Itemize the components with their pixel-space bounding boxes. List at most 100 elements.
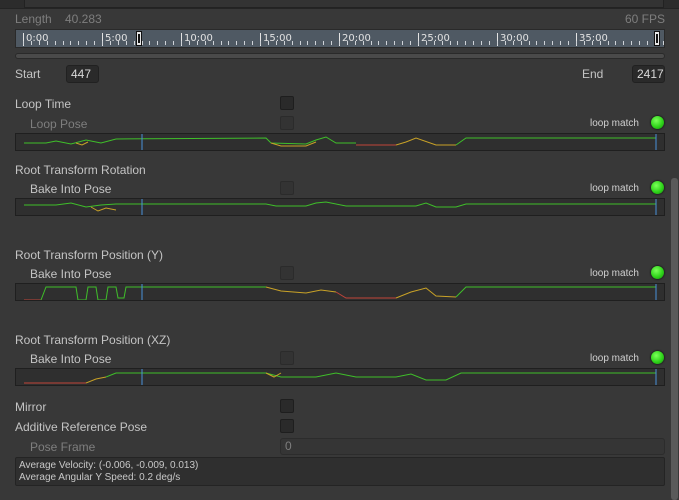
timeline-minor-tick <box>410 41 411 45</box>
timeline-ruler[interactable]: 0:00 5:00 10:00 15:00 20:00 25:00 30:00 … <box>15 29 665 48</box>
timeline-minor-tick <box>228 41 229 45</box>
timeline-minor-tick <box>418 41 419 45</box>
range-slider[interactable] <box>15 53 665 59</box>
timeline-minor-tick <box>134 41 135 45</box>
loop-pose-label: Loop Pose <box>30 117 88 131</box>
timeline-minor-tick <box>94 41 95 45</box>
loop-pose-curve <box>15 133 665 151</box>
timeline-minor-tick <box>576 41 577 45</box>
timeline-minor-tick <box>631 41 632 45</box>
loop-match-indicator-icon <box>651 266 664 279</box>
timeline-minor-tick <box>252 41 253 45</box>
timeline-minor-tick <box>244 41 245 45</box>
timeline-minor-tick <box>497 41 498 45</box>
timeline-minor-tick <box>276 41 277 45</box>
mirror-checkbox[interactable] <box>280 399 294 413</box>
timeline-minor-tick <box>608 41 609 45</box>
rotation-bake-checkbox[interactable] <box>280 181 294 195</box>
timeline-minor-tick <box>623 41 624 45</box>
timeline-minor-tick <box>347 41 348 45</box>
timeline-minor-tick <box>307 41 308 45</box>
timeline-minor-tick <box>450 41 451 45</box>
timeline-minor-tick <box>236 41 237 45</box>
timeline-minor-tick <box>363 41 364 45</box>
timeline-minor-tick <box>315 41 316 45</box>
timeline-minor-tick <box>181 41 182 45</box>
root-position-xz-heading: Root Transform Position (XZ) <box>15 333 171 347</box>
curve-segment <box>90 206 117 212</box>
loop-match-label: loop match <box>590 353 639 364</box>
start-field[interactable]: 447 <box>66 65 99 83</box>
loop-pose-checkbox[interactable] <box>280 116 294 130</box>
timeline-minor-tick <box>55 41 56 45</box>
timeline-minor-tick <box>402 41 403 45</box>
timeline-minor-tick <box>560 41 561 45</box>
curve-segment <box>24 201 656 208</box>
timeline-minor-tick <box>513 41 514 45</box>
timeline-minor-tick <box>331 41 332 45</box>
info-box: Average Velocity: (-0.006, -0.009, 0.013… <box>15 457 665 486</box>
header-strip <box>0 0 679 9</box>
timeline-minor-tick <box>426 41 427 45</box>
fps-label: 60 FPS <box>624 12 665 26</box>
loop-match-label: loop match <box>590 268 639 279</box>
position-xz-bake-checkbox[interactable] <box>280 351 294 365</box>
loop-match-label: loop match <box>590 118 639 129</box>
start-marker-handle[interactable] <box>136 31 142 46</box>
timeline-tick-label: 5:00 <box>105 33 128 44</box>
timeline-minor-tick <box>371 41 372 45</box>
loop-time-checkbox[interactable] <box>280 96 294 110</box>
curve-segment <box>395 137 456 146</box>
timeline-minor-tick <box>584 41 585 45</box>
timeline-minor-tick <box>568 41 569 45</box>
position-y-bake-checkbox[interactable] <box>280 266 294 280</box>
timeline-minor-tick <box>378 41 379 45</box>
timeline-minor-tick <box>663 41 664 45</box>
curve-segment <box>105 372 656 381</box>
position-xz-curve <box>15 368 665 386</box>
timeline-minor-tick <box>600 41 601 45</box>
timeline-minor-tick <box>529 41 530 45</box>
timeline-minor-tick <box>118 41 119 45</box>
curve-segment <box>395 287 457 299</box>
loop-match-indicator-icon <box>651 181 664 194</box>
timeline-tick-label: 0:00 <box>26 33 49 44</box>
timeline-minor-tick <box>457 41 458 45</box>
timeline-minor-tick <box>300 41 301 45</box>
average-velocity-text: Average Velocity: (-0.006, -0.009, 0.013… <box>19 460 199 471</box>
root-rotation-heading: Root Transform Rotation <box>15 163 146 177</box>
timeline-minor-tick <box>639 41 640 45</box>
pose-frame-label: Pose Frame <box>30 440 96 454</box>
timeline-minor-tick <box>615 41 616 45</box>
additive-pose-label: Additive Reference Pose <box>15 420 148 434</box>
timeline-minor-tick <box>473 41 474 45</box>
curve-segment <box>455 137 656 146</box>
timeline-minor-tick <box>63 41 64 45</box>
timeline-minor-tick <box>221 41 222 45</box>
additive-pose-checkbox[interactable] <box>280 419 294 433</box>
loop-match-indicator-icon <box>651 116 664 129</box>
timeline-minor-tick <box>31 41 32 45</box>
end-marker-handle[interactable] <box>654 31 660 46</box>
timeline-minor-tick <box>165 41 166 45</box>
end-field[interactable]: 2417 <box>632 65 665 83</box>
average-angular-speed-text: Average Angular Y Speed: 0.2 deg/s <box>19 472 181 483</box>
curve-segment <box>85 376 107 384</box>
pose-frame-field[interactable]: 0 <box>280 438 665 455</box>
timeline-minor-tick <box>157 41 158 45</box>
loop-match-indicator-icon <box>651 351 664 364</box>
timeline-minor-tick <box>434 41 435 45</box>
timeline-minor-tick <box>39 41 40 45</box>
rotation-curve <box>15 198 665 216</box>
timeline-minor-tick <box>102 41 103 45</box>
timeline-minor-tick <box>142 41 143 45</box>
timeline-minor-tick <box>149 41 150 45</box>
curve-segment <box>455 286 656 298</box>
scrollbar-thumb[interactable] <box>671 178 678 500</box>
timeline-minor-tick <box>284 41 285 45</box>
position-y-curve <box>15 283 665 301</box>
rotation-bake-label: Bake Into Pose <box>30 182 112 196</box>
timeline-minor-tick <box>465 41 466 45</box>
timeline-minor-tick <box>189 41 190 45</box>
length-value: 40.283 <box>65 12 102 26</box>
